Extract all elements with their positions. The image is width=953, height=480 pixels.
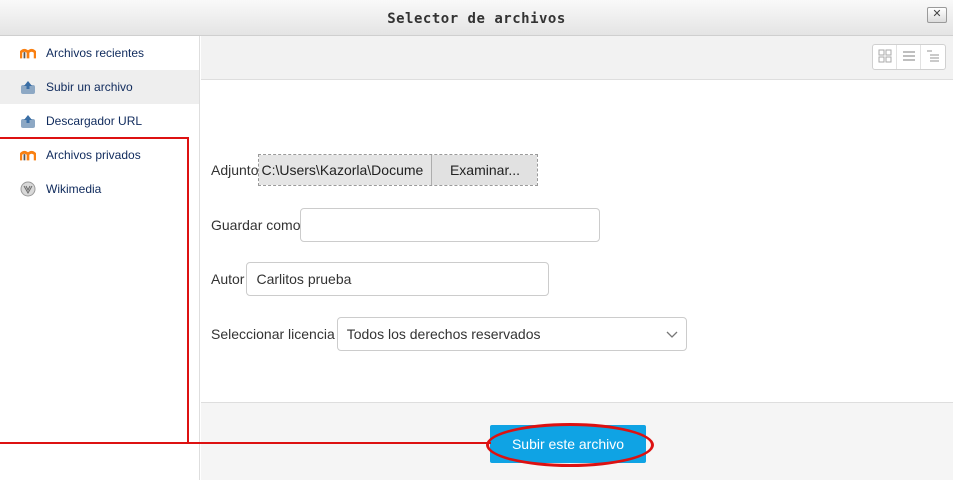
author-input[interactable]: Carlitos prueba xyxy=(246,262,550,296)
wikimedia-icon xyxy=(20,181,36,197)
license-label: Seleccionar licencia xyxy=(211,326,335,342)
file-input[interactable]: C:\Users\Kazorla\Docume Examinar... xyxy=(258,154,539,186)
tree-view-icon xyxy=(926,49,940,66)
browse-button[interactable]: Examinar... xyxy=(431,155,538,185)
save-as-input[interactable] xyxy=(300,208,601,242)
list-view-icon xyxy=(902,49,916,66)
sidebar-item-wikimedia[interactable]: Wikimedia xyxy=(0,172,199,206)
sidebar-item-private-files[interactable]: Archivos privados xyxy=(0,138,199,172)
sidebar-item-label: Archivos recientes xyxy=(46,46,145,60)
save-as-row: Guardar como xyxy=(211,208,601,242)
sidebar-item-label: Wikimedia xyxy=(46,182,102,196)
sidebar-item-label: Subir un archivo xyxy=(46,80,133,94)
dialog-footer: Subir este archivo xyxy=(201,402,953,480)
upload-file-button[interactable]: Subir este archivo xyxy=(490,425,646,463)
sidebar-item-label: Archivos privados xyxy=(46,148,141,162)
tree-view-button[interactable] xyxy=(921,45,945,69)
moodle-logo-icon xyxy=(20,147,36,163)
dialog-titlebar: Selector de archivos ✕ xyxy=(0,0,953,36)
save-as-label: Guardar como xyxy=(211,217,301,233)
url-download-icon xyxy=(20,113,36,129)
sidebar-item-label: Descargador URL xyxy=(46,114,143,128)
close-button[interactable]: ✕ xyxy=(927,7,947,23)
grid-view-icon xyxy=(878,49,892,66)
attachment-row: Adjunto C:\Users\Kazorla\Docume Examinar… xyxy=(211,154,539,186)
license-select[interactable]: Todos los derechos reservados xyxy=(336,317,687,351)
dialog-title: Selector de archivos xyxy=(387,11,566,27)
license-row: Seleccionar licencia Todos los derechos … xyxy=(211,317,687,351)
license-select-value: Todos los derechos reservados xyxy=(346,326,541,342)
sidebar-item-recent-files[interactable]: Archivos recientes xyxy=(0,36,199,70)
upload-form: Adjunto C:\Users\Kazorla\Docume Examinar… xyxy=(201,81,953,401)
author-row: Autor Carlitos prueba xyxy=(211,262,550,296)
sidebar-item-upload-file[interactable]: Subir un archivo xyxy=(0,70,199,104)
repository-sidebar: Archivos recientes Subir un archivo Desc… xyxy=(0,36,200,480)
grid-view-button[interactable] xyxy=(873,45,897,69)
file-path-field[interactable]: C:\Users\Kazorla\Docume xyxy=(259,155,432,185)
file-picker-toolbar xyxy=(201,36,953,80)
author-label: Autor xyxy=(211,271,245,287)
chevron-down-icon xyxy=(666,326,678,342)
sidebar-item-url-downloader[interactable]: Descargador URL xyxy=(0,104,199,138)
upload-icon xyxy=(20,79,36,95)
moodle-logo-icon xyxy=(20,45,36,61)
list-view-button[interactable] xyxy=(897,45,921,69)
view-switcher xyxy=(872,44,946,70)
attachment-label: Adjunto xyxy=(211,162,259,178)
